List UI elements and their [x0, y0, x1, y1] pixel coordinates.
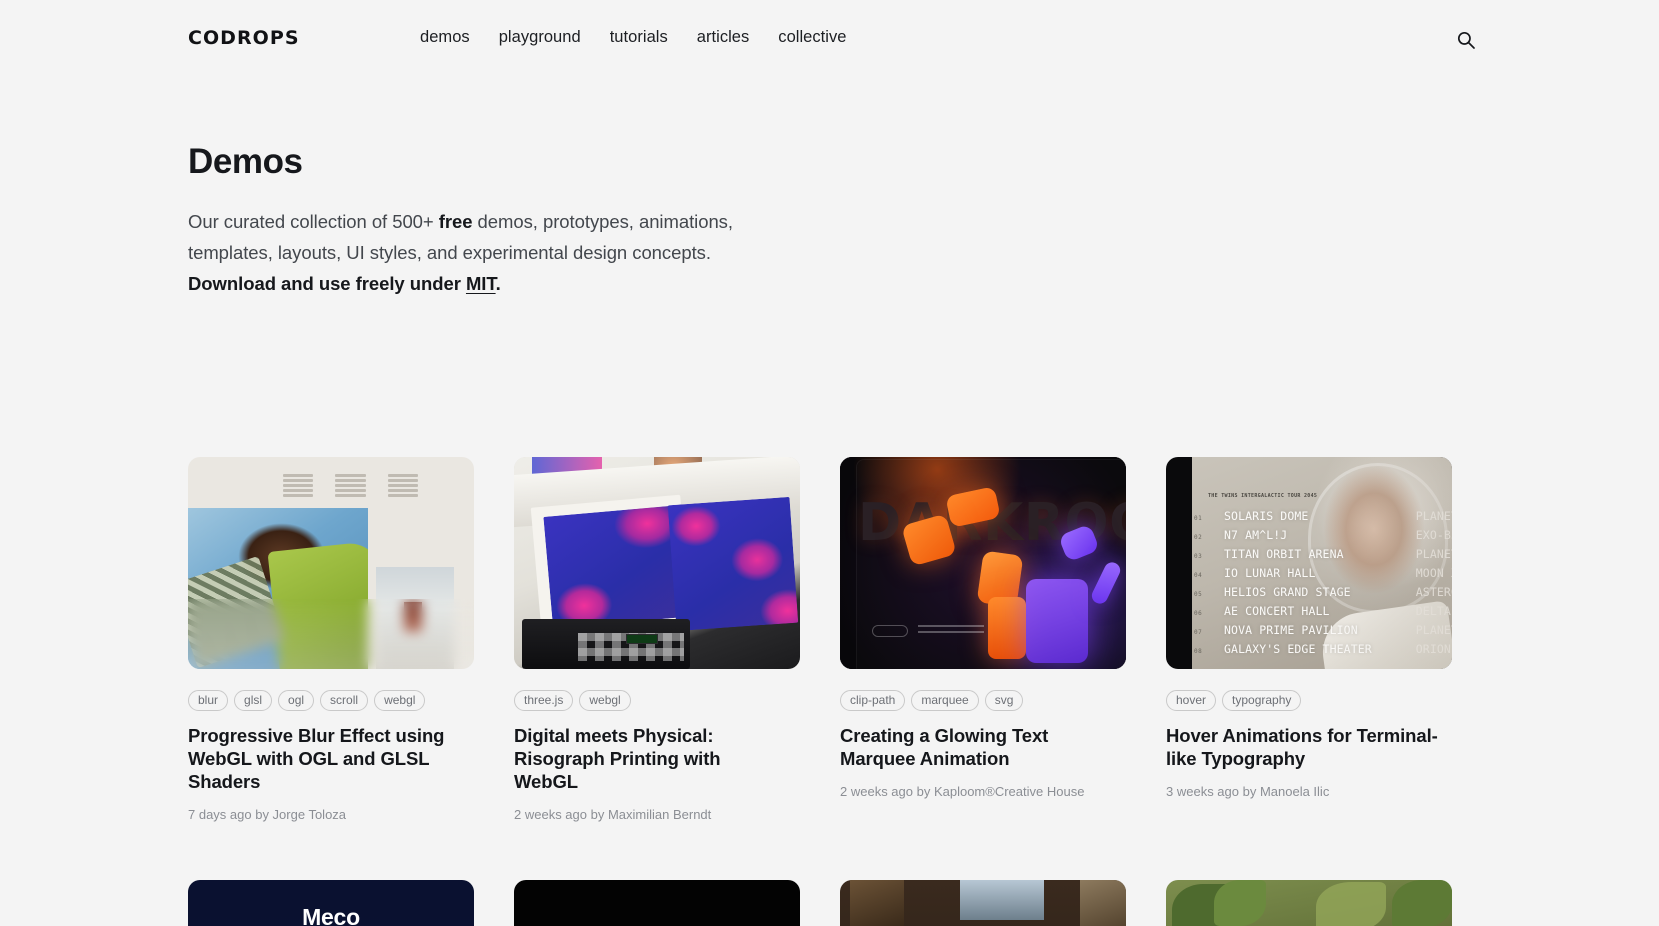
- page-title: Demos: [188, 142, 303, 181]
- intro-paragraph: Our curated collection of 500+ free demo…: [188, 206, 758, 299]
- card-title[interactable]: Creating a Glowing Text Marquee Animatio…: [840, 724, 1112, 770]
- tag[interactable]: ogl: [278, 690, 315, 711]
- card-meta: 3 weeks ago by Manoela Ilic: [1166, 784, 1330, 799]
- card-meta: 2 weeks ago by Maximilian Berndt: [514, 807, 712, 822]
- demo-thumbnail-meco[interactable]: Meco: [188, 880, 474, 926]
- tag[interactable]: svg: [984, 690, 1024, 711]
- site-logo[interactable]: CODROPS: [188, 27, 300, 49]
- card-meta: 2 weeks ago by Kaploom®Creative House: [840, 784, 1085, 799]
- intro-text-free: free: [438, 210, 473, 232]
- nav-item-playground[interactable]: playground: [499, 28, 610, 47]
- nav-item-articles[interactable]: articles: [697, 28, 779, 47]
- card-meta: 7 days ago by Jorge Toloza: [188, 807, 347, 822]
- thumb-art-chip: [1026, 579, 1088, 663]
- card-tags: three.js webgl: [514, 690, 800, 711]
- tag[interactable]: webgl: [579, 690, 631, 711]
- thumb-art-chip: [988, 597, 1026, 659]
- thumb-art-badge: [872, 625, 908, 637]
- page-root: CODROPS demos playground tutorials artic…: [0, 0, 1659, 926]
- thumb-art-print: [543, 505, 685, 629]
- demo-thumbnail-black[interactable]: [514, 880, 800, 926]
- tag[interactable]: blur: [188, 690, 229, 711]
- thumb-art-control-panel: [522, 619, 690, 669]
- thumb-art-blur-overlay: [188, 599, 474, 669]
- thumb-art-fog: [1166, 457, 1452, 669]
- demo-thumbnail-interior[interactable]: [840, 880, 1126, 926]
- tag[interactable]: three.js: [514, 690, 574, 711]
- card-title[interactable]: Digital meets Physical: Risograph Printi…: [514, 724, 786, 793]
- card-tags: hover typography: [1166, 690, 1452, 711]
- demo-thumbnail-darkroom[interactable]: DARKROOM: [840, 457, 1126, 669]
- demo-thumbnail-terminal-typography[interactable]: THE TWINS INTERGALACTIC TOUR 2045 01SOLA…: [1166, 457, 1452, 669]
- tag[interactable]: scroll: [320, 690, 369, 711]
- intro-section: Demos Our curated collection of 500+ fre…: [188, 142, 828, 299]
- demo-grid-next-row: Meco: [188, 880, 1473, 926]
- tag[interactable]: glsl: [234, 690, 273, 711]
- site-header: CODROPS demos playground tutorials artic…: [0, 0, 1659, 80]
- demo-thumbnail-botanical[interactable]: [1166, 880, 1452, 926]
- demo-card[interactable]: three.js webgl Digital meets Physical: R…: [514, 457, 800, 822]
- card-title[interactable]: Hover Animations for Terminal-like Typog…: [1166, 724, 1438, 770]
- demo-grid: blur glsl ogl scroll webgl Progressive B…: [188, 457, 1473, 822]
- intro-text-a: Our curated collection of 500+: [188, 210, 439, 232]
- intro-cta-end: .: [495, 272, 501, 294]
- thumb-art-print: [667, 496, 799, 632]
- demo-card[interactable]: THE TWINS INTERGALACTIC TOUR 2045 01SOLA…: [1166, 457, 1452, 822]
- thumb-art-caption-lines: [918, 625, 984, 637]
- tag[interactable]: typography: [1222, 690, 1302, 711]
- main-navigation: demos playground tutorials articles coll…: [420, 28, 876, 47]
- intro-cta-text: Download and use freely under: [188, 272, 466, 294]
- tag[interactable]: clip-path: [840, 690, 906, 711]
- thumb-art-label: Meco: [302, 904, 360, 926]
- nav-item-demos[interactable]: demos: [420, 28, 499, 47]
- thumb-art-headings: [283, 474, 418, 500]
- demo-thumbnail-progressive-blur[interactable]: [188, 457, 474, 669]
- tag[interactable]: hover: [1166, 690, 1217, 711]
- search-icon: [1456, 30, 1476, 50]
- card-tags: clip-path marquee svg: [840, 690, 1126, 711]
- demo-thumbnail-risograph[interactable]: [514, 457, 800, 669]
- demo-card[interactable]: DARKROOM clip-path marquee svg Creating …: [840, 457, 1126, 822]
- nav-item-tutorials[interactable]: tutorials: [610, 28, 697, 47]
- nav-item-collective[interactable]: collective: [778, 28, 875, 47]
- search-button[interactable]: [1453, 27, 1479, 53]
- card-title[interactable]: Progressive Blur Effect using WebGL with…: [188, 724, 460, 793]
- demo-card[interactable]: blur glsl ogl scroll webgl Progressive B…: [188, 457, 474, 822]
- card-tags: blur glsl ogl scroll webgl: [188, 690, 474, 711]
- tag[interactable]: marquee: [911, 690, 979, 711]
- tag[interactable]: webgl: [374, 690, 426, 711]
- mit-license-link[interactable]: MIT: [466, 273, 496, 294]
